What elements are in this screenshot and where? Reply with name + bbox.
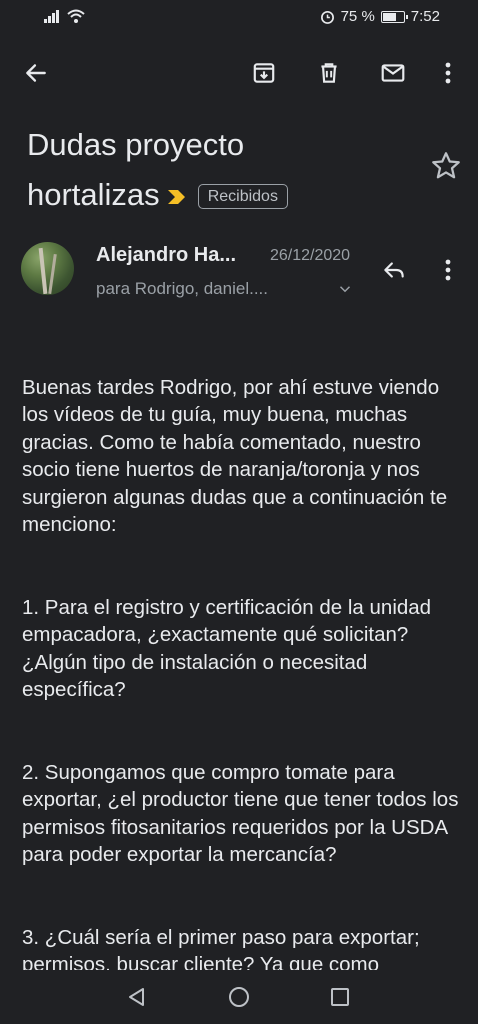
clock: 7:52 <box>410 8 440 25</box>
square-recents-icon <box>331 988 349 1006</box>
important-marker-icon[interactable] <box>166 188 188 206</box>
message-more-button[interactable] <box>432 250 464 290</box>
star-button[interactable] <box>428 148 464 184</box>
more-vert-icon <box>445 259 451 281</box>
battery-percent: 75 % <box>340 8 375 25</box>
alarm-icon <box>320 10 334 24</box>
email-view-screen: 75 % 7:52 Dudas proyecto hortalizas Reci… <box>0 0 478 1024</box>
wifi-icon <box>67 9 85 23</box>
body-paragraph: 2. Supongamos que compro tomate para exp… <box>22 760 459 867</box>
triangle-back-icon <box>129 988 144 1006</box>
delete-button[interactable] <box>305 48 353 98</box>
back-button[interactable] <box>12 48 60 98</box>
body-paragraph: 3. ¿Cuál sería el primer paso para expor… <box>22 925 420 971</box>
delete-icon <box>321 63 337 83</box>
nav-recents-button[interactable] <box>320 980 360 1014</box>
mark-unread-icon <box>381 64 405 82</box>
more-vert-icon <box>445 62 451 84</box>
recipients-summary[interactable]: para Rodrigo, daniel.... <box>96 279 268 299</box>
email-date: 26/12/2020 <box>270 247 351 264</box>
inbox-label-chip[interactable]: Recibidos <box>197 184 288 210</box>
back-arrow-icon <box>26 64 46 82</box>
email-body: Buenas tardes Rodrigo, por ahí estuve vi… <box>22 346 462 971</box>
email-toolbar <box>0 48 478 98</box>
star-icon <box>432 152 460 179</box>
signal-icon <box>44 10 59 23</box>
more-options-button[interactable] <box>424 48 472 98</box>
nav-back-button[interactable] <box>117 980 157 1014</box>
email-subject: Dudas proyecto hortalizas Recibidos <box>27 120 407 220</box>
subject-line-2: hortalizas <box>27 177 160 212</box>
status-bar: 75 % 7:52 <box>0 0 478 36</box>
sender-avatar[interactable] <box>21 242 74 295</box>
body-paragraph: 1. Para el registro y certificación de l… <box>22 595 432 702</box>
sender-name[interactable]: Alejandro Ha... <box>96 244 236 267</box>
battery-level-fill <box>382 12 397 21</box>
nav-home-button[interactable] <box>219 980 259 1014</box>
battery-icon <box>380 10 408 23</box>
body-paragraph: Buenas tardes Rodrigo, por ahí estuve vi… <box>22 375 448 537</box>
system-nav-bar <box>0 970 478 1024</box>
circle-home-icon <box>229 987 249 1007</box>
mark-unread-button[interactable] <box>369 48 417 98</box>
reply-icon <box>384 262 404 278</box>
subject-line-1: Dudas proyecto <box>27 127 245 162</box>
archive-button[interactable] <box>240 48 288 98</box>
chevron-down-icon[interactable] <box>336 280 354 298</box>
reply-button[interactable] <box>372 250 416 290</box>
archive-icon <box>253 63 275 83</box>
subject-line-2-row: hortalizas Recibidos <box>27 170 407 220</box>
